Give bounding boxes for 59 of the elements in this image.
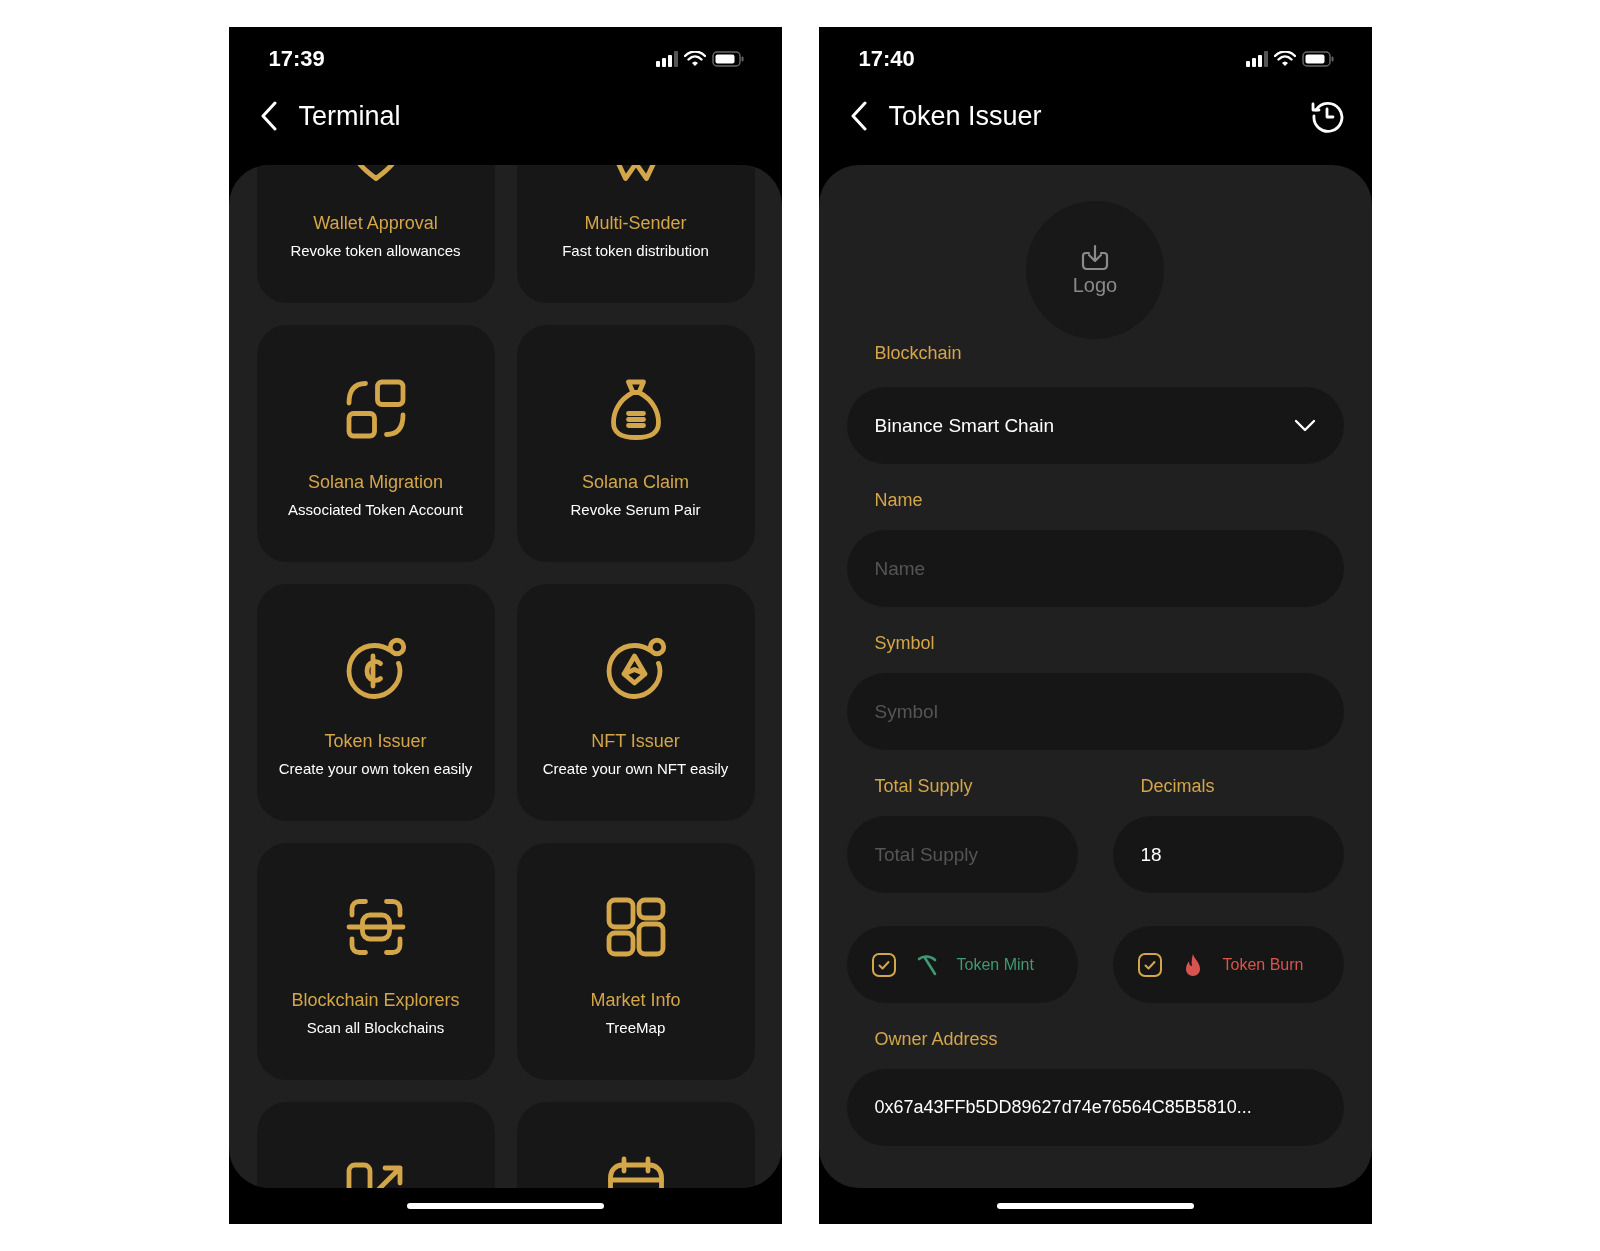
- total-supply-field[interactable]: Total Supply: [846, 816, 1078, 893]
- option-toggle[interactable]: Token Mint: [846, 926, 1078, 1003]
- wifi-icon: [1273, 51, 1296, 67]
- card-subtitle: Scan all Blockchains: [306, 1018, 445, 1038]
- field-label: Name: [873, 489, 923, 512]
- chevron-down-icon: [1293, 418, 1316, 433]
- card-title: Token Issuer: [324, 730, 427, 753]
- tool-card[interactable]: Solana Migration Associated Token Account: [256, 325, 495, 562]
- screen-title: Terminal: [298, 100, 402, 132]
- tool-card[interactable]: Blockchain Explorers Scan all Blockchains: [256, 843, 495, 1080]
- card-title: Blockchain Explorers: [291, 989, 460, 1012]
- field-label: Symbol: [873, 632, 935, 655]
- option-label: Token Mint: [956, 955, 1034, 974]
- decimals-field[interactable]: 18: [1112, 816, 1344, 893]
- logo-upload-button[interactable]: Logo: [1026, 201, 1164, 339]
- back-button[interactable]: [850, 101, 867, 131]
- status-time: 17:39: [268, 46, 325, 72]
- card-title: Market Info: [590, 989, 681, 1012]
- field-label: Decimals: [1139, 775, 1216, 798]
- back-button[interactable]: [260, 101, 277, 131]
- tool-card[interactable]: Multi-Sender Fast token distribution: [516, 165, 755, 303]
- option-label: Token Burn: [1222, 955, 1304, 974]
- tool-card[interactable]: NFT Issuer Create your own NFT easily: [516, 584, 755, 821]
- card-subtitle: Associated Token Account: [288, 500, 463, 520]
- card-subtitle: Create your own NFT easily: [542, 759, 729, 779]
- card-title: Multi-Sender: [584, 212, 687, 235]
- tool-card[interactable]: Wallet Approval Revoke token allowances: [256, 165, 495, 303]
- card-subtitle: Fast token distribution: [562, 241, 709, 261]
- signal-icon: [1245, 51, 1268, 67]
- card-title: NFT Issuer: [591, 730, 680, 753]
- status-time: 17:40: [858, 46, 915, 72]
- name-field[interactable]: Name: [846, 530, 1344, 607]
- card-subtitle: TreeMap: [605, 1018, 666, 1038]
- card-subtitle: Revoke Serum Pair: [570, 500, 701, 520]
- symbol-field[interactable]: Symbol: [846, 673, 1344, 750]
- tool-card[interactable]: Token Issuer Create your own token easily: [256, 584, 495, 821]
- upload-icon: [1080, 243, 1110, 272]
- owner-address-field[interactable]: 0x67a43FFb5DD89627d74e76564C85B5810...: [846, 1069, 1344, 1146]
- option-toggle[interactable]: Token Burn: [1112, 926, 1344, 1003]
- checkbox[interactable]: [1136, 951, 1163, 978]
- screen-title: Token Issuer: [888, 100, 1043, 132]
- field-label: Total Supply: [873, 775, 974, 798]
- signal-icon: [655, 51, 678, 67]
- card-title: Solana Claim: [581, 471, 690, 494]
- wifi-icon: [683, 51, 706, 67]
- blockchain-select[interactable]: Binance Smart Chain: [846, 387, 1344, 464]
- battery-icon: [711, 51, 744, 67]
- card-subtitle: Revoke token allowances: [290, 241, 461, 261]
- tool-card[interactable]: Solana Claim Revoke Serum Pair: [516, 325, 755, 562]
- card-title: Solana Migration: [307, 471, 444, 494]
- card-subtitle: Create your own token easily: [278, 759, 473, 779]
- back-icon: [260, 101, 277, 131]
- battery-icon: [1301, 51, 1334, 67]
- card-title: Wallet Approval: [313, 212, 438, 235]
- back-icon: [850, 101, 867, 131]
- checkbox[interactable]: [870, 951, 897, 978]
- field-label: Blockchain: [873, 342, 962, 365]
- field-label: Owner Address: [873, 1028, 998, 1051]
- tool-card[interactable]: Market Info TreeMap: [516, 843, 755, 1080]
